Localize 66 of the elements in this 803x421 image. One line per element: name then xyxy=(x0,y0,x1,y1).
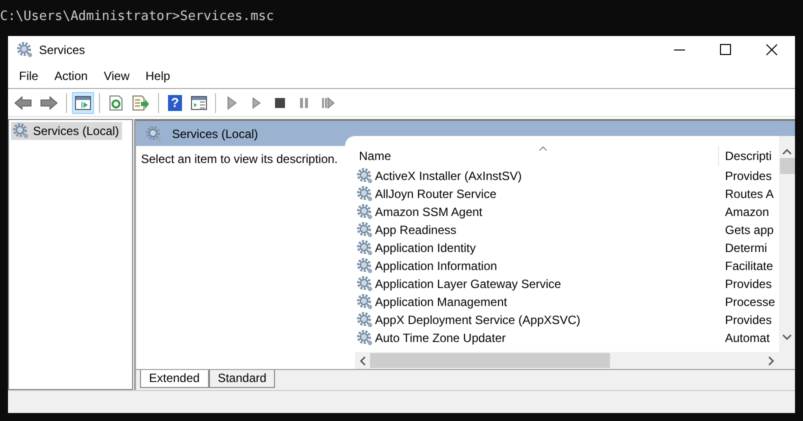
play-icon xyxy=(227,96,237,110)
service-name[interactable]: ActiveX Installer (AxInstSV) xyxy=(357,168,719,184)
properties-icon xyxy=(191,96,207,110)
gear-icon xyxy=(146,126,162,142)
horizontal-scrollbar[interactable] xyxy=(355,352,779,369)
refresh-icon xyxy=(109,94,123,110)
scrollbar-thumb[interactable] xyxy=(370,353,610,368)
table-cell-text: Routes A xyxy=(724,187,775,201)
service-name[interactable]: Application Identity xyxy=(357,240,719,256)
command-line: C:\Users\Administrator>Services.msc xyxy=(0,9,274,24)
gear-icon xyxy=(357,168,373,184)
gear-icon xyxy=(357,186,373,202)
play-icon xyxy=(251,96,261,110)
menu-item[interactable]: View xyxy=(96,69,138,83)
service-name[interactable]: AppX Deployment Service (AppXSVC) xyxy=(357,312,719,328)
service-name[interactable]: Application Information xyxy=(357,258,719,274)
service-name[interactable]: Application Layer Gateway Service xyxy=(357,276,719,292)
back-arrow-icon xyxy=(14,96,32,110)
description-text: Select an item to view its description. xyxy=(141,152,338,166)
gear-icon xyxy=(357,240,373,256)
forward-arrow-icon xyxy=(40,96,58,110)
view-tab[interactable]: Standard xyxy=(208,370,276,388)
pause-icon xyxy=(298,96,310,108)
table-cell-text: Gets app xyxy=(724,223,775,237)
menu-item[interactable]: File xyxy=(11,69,46,83)
gear-icon xyxy=(357,222,373,238)
help-button[interactable]: ? xyxy=(164,92,186,114)
stop-icon xyxy=(274,96,286,108)
service-name[interactable]: Auto Time Zone Updater xyxy=(357,330,719,346)
gear-icon xyxy=(357,204,373,220)
vertical-scrollbar[interactable] xyxy=(779,136,795,369)
close-icon xyxy=(766,44,778,56)
window-title: Services xyxy=(39,43,86,57)
pane-title: Services (Local) xyxy=(172,126,258,140)
table-cell-text: Provides xyxy=(724,277,773,291)
service-name[interactable]: AllJoyn Router Service xyxy=(357,186,719,202)
scrollbar-thumb[interactable] xyxy=(780,158,794,174)
menu-item[interactable]: Action xyxy=(46,69,96,83)
column-header[interactable]: Descripti xyxy=(719,149,779,163)
export-icon xyxy=(132,94,150,110)
resume-icon xyxy=(321,96,335,108)
view-tab[interactable]: Extended xyxy=(140,370,209,388)
table-cell-text: Determi xyxy=(724,241,768,255)
toolbar-button[interactable] xyxy=(72,92,94,114)
service-name[interactable]: Amazon SSM Agent xyxy=(357,204,719,220)
table-cell-text: Amazon xyxy=(724,205,770,219)
table-cell-text: Provides xyxy=(724,313,773,327)
gear-icon xyxy=(357,312,373,328)
service-name[interactable]: App Readiness xyxy=(357,222,719,238)
gear-icon xyxy=(13,123,29,139)
table-cell-text: Processe xyxy=(724,295,776,309)
gear-icon xyxy=(357,258,373,274)
tree-item[interactable]: Services (Local) xyxy=(11,122,122,140)
gear-icon xyxy=(17,42,33,58)
gear-icon xyxy=(357,276,373,292)
table-cell-text: Facilitate xyxy=(724,259,774,273)
table-cell-text: Provides xyxy=(724,169,773,183)
gear-icon xyxy=(357,330,373,346)
service-name[interactable]: Application Management xyxy=(357,294,719,310)
window-pane-icon xyxy=(75,96,91,110)
table-cell-text: Automat xyxy=(724,331,771,345)
maximize-icon xyxy=(720,44,732,56)
column-header[interactable]: Name xyxy=(359,146,719,166)
menu-item[interactable]: Help xyxy=(138,69,178,83)
sort-icon xyxy=(539,146,547,151)
gear-icon xyxy=(357,294,373,310)
